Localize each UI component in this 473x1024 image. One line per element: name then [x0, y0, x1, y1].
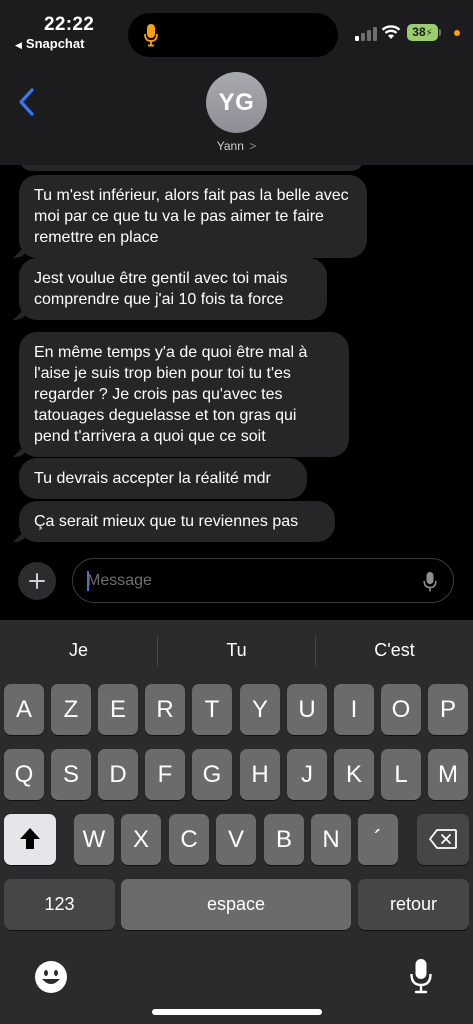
key-p[interactable]: P: [428, 684, 468, 735]
shift-key[interactable]: [4, 814, 56, 865]
keyboard: Je Tu C'est A Z E R T Y U I O P Q S D F …: [0, 620, 473, 1024]
predictive-bar: Je Tu C'est: [0, 620, 473, 680]
received-message[interactable]: En même temps y'a de quoi être mal à l'a…: [19, 332, 349, 457]
back-app-label: Snapchat: [25, 36, 85, 51]
key-acute-accent[interactable]: ´: [358, 814, 398, 865]
status-time: 22:22: [44, 14, 95, 35]
key-a[interactable]: A: [4, 684, 44, 735]
message-text: Ça serait mieux que tu reviennes pas: [34, 513, 299, 530]
received-message[interactable]: Ça serait mieux que tu reviennes pas: [19, 501, 335, 542]
chat-header: 22:22 ◀ Snapchat 38⚡ YG Yann >: [0, 0, 473, 165]
suggestion-1[interactable]: Je: [0, 640, 157, 661]
key-h[interactable]: H: [240, 749, 280, 800]
key-r[interactable]: R: [145, 684, 185, 735]
microphone-in-use-icon: [144, 24, 158, 47]
shift-arrow-icon: [20, 828, 40, 849]
backspace-icon: [429, 829, 457, 849]
key-z[interactable]: Z: [51, 684, 91, 735]
battery-cap: [439, 29, 441, 36]
received-message[interactable]: Jest voulue être gentil avec toi mais co…: [19, 258, 327, 320]
key-u[interactable]: U: [287, 684, 327, 735]
back-triangle-icon: ◀: [15, 40, 22, 50]
suggestion-3[interactable]: C'est: [316, 640, 473, 661]
contact-avatar[interactable]: YG: [206, 72, 267, 133]
contact-name-button[interactable]: Yann >: [0, 139, 473, 153]
message-thread[interactable]: Tu m'est inférieur, alors fait pas la be…: [0, 165, 473, 545]
key-w[interactable]: W: [74, 814, 114, 865]
key-d[interactable]: D: [98, 749, 138, 800]
key-s[interactable]: S: [51, 749, 91, 800]
wifi-icon: [381, 25, 401, 39]
battery-indicator: 38⚡: [407, 24, 438, 41]
keyboard-dictation-icon[interactable]: [410, 958, 432, 994]
dynamic-island: [128, 13, 338, 57]
numbers-key[interactable]: 123: [4, 879, 115, 930]
key-c[interactable]: C: [169, 814, 209, 865]
key-o[interactable]: O: [381, 684, 421, 735]
key-v[interactable]: V: [216, 814, 256, 865]
key-n[interactable]: N: [311, 814, 351, 865]
key-q[interactable]: Q: [4, 749, 44, 800]
suggestion-2[interactable]: Tu: [158, 640, 315, 661]
home-indicator[interactable]: [152, 1009, 322, 1015]
avatar-initials: YG: [218, 89, 255, 116]
key-y[interactable]: Y: [240, 684, 280, 735]
contact-chevron-icon: >: [249, 139, 257, 153]
message-text: En même temps y'a de quoi être mal à l'a…: [34, 344, 308, 445]
mic-privacy-dot: [454, 30, 460, 36]
space-key[interactable]: espace: [121, 879, 351, 930]
delete-key[interactable]: [417, 814, 469, 865]
back-to-app-link[interactable]: ◀ Snapchat: [15, 36, 84, 51]
return-key[interactable]: retour: [358, 879, 469, 930]
key-k[interactable]: K: [334, 749, 374, 800]
battery-level: 38: [412, 25, 426, 39]
back-chevron-icon[interactable]: [18, 88, 36, 116]
key-t[interactable]: T: [192, 684, 232, 735]
message-field[interactable]: [72, 558, 454, 603]
previous-message-bubble[interactable]: [19, 165, 364, 171]
key-l[interactable]: L: [381, 749, 421, 800]
apps-plus-button[interactable]: [18, 562, 56, 600]
key-b[interactable]: B: [264, 814, 304, 865]
message-text: Jest voulue être gentil avec toi mais co…: [34, 270, 288, 308]
message-text: Tu m'est inférieur, alors fait pas la be…: [34, 187, 349, 246]
message-text: Tu devrais accepter la réalité mdr: [34, 470, 271, 487]
key-x[interactable]: X: [121, 814, 161, 865]
key-m[interactable]: M: [428, 749, 468, 800]
key-i[interactable]: I: [334, 684, 374, 735]
key-f[interactable]: F: [145, 749, 185, 800]
charging-bolt-icon: ⚡: [425, 28, 433, 39]
received-message[interactable]: Tu devrais accepter la réalité mdr: [19, 458, 307, 499]
key-j[interactable]: J: [287, 749, 327, 800]
cellular-signal-icon: [355, 27, 377, 41]
emoji-icon[interactable]: [34, 960, 68, 994]
received-message[interactable]: Tu m'est inférieur, alors fait pas la be…: [19, 175, 367, 258]
key-g[interactable]: G: [192, 749, 232, 800]
contact-name: Yann: [216, 139, 244, 153]
dictation-mic-icon[interactable]: [423, 571, 437, 593]
message-input[interactable]: [87, 570, 407, 592]
key-e[interactable]: E: [98, 684, 138, 735]
